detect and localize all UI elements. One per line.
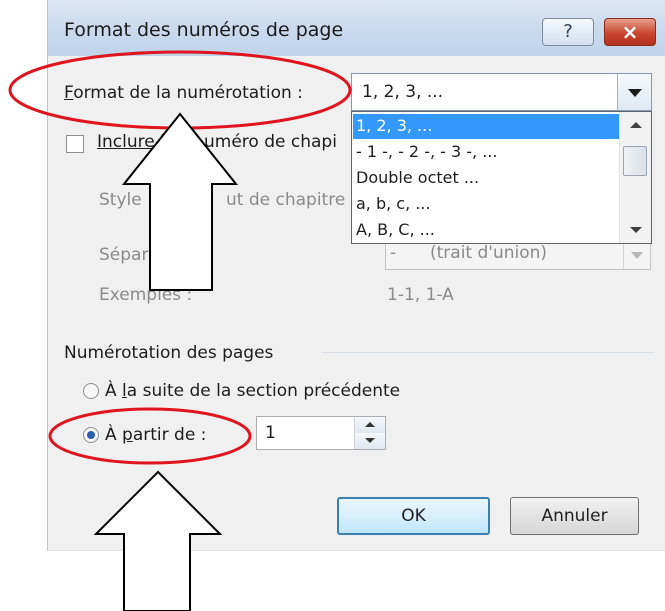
arrow-up-icon [93, 470, 223, 611]
annotation-overlay [8, 50, 352, 611]
arrow-up-icon [121, 112, 239, 291]
highlight-ellipse-start-at [48, 407, 252, 465]
